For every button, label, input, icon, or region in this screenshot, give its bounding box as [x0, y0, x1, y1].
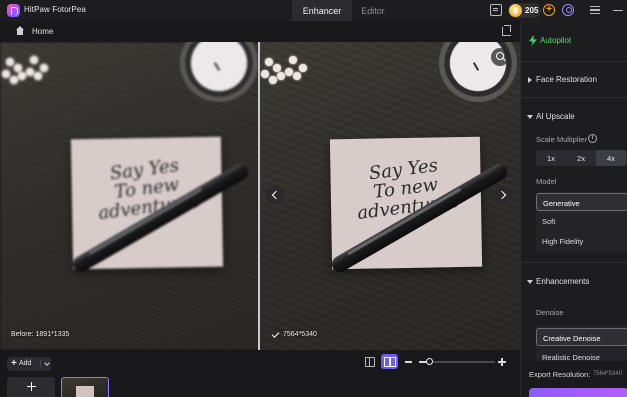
- scale-multiplier-selector: 1x 2x 4x: [536, 150, 627, 166]
- bolt-icon: [529, 35, 537, 46]
- plus-icon: +: [11, 358, 17, 369]
- message-icon[interactable]: [490, 4, 502, 16]
- enhancements-label: Enhancements: [536, 277, 590, 286]
- before-resolution-label: Before: 1891*1335: [11, 331, 70, 338]
- export-button[interactable]: [529, 388, 627, 397]
- app-name: HitPaw FotorPea: [24, 5, 86, 14]
- model-option-generative[interactable]: Generative: [536, 193, 627, 211]
- tab-enhancer[interactable]: Enhancer: [292, 0, 352, 21]
- single-view-icon[interactable]: [365, 357, 375, 367]
- title-bar: HitPaw FotorPea Enhancer Editor 205 +: [0, 0, 627, 21]
- before-image: Say Yes To new adventures: [0, 42, 258, 350]
- user-account-icon[interactable]: [562, 4, 574, 16]
- add-image-thumbnail[interactable]: [7, 377, 55, 397]
- flowers-graphic: [0, 42, 60, 92]
- after-resolution-label: 7564*5340: [283, 331, 317, 338]
- ai-upscale-label: AI Upscale: [536, 112, 575, 121]
- export-resolution-value: 7564*5340: [593, 371, 623, 377]
- image-thumbnail[interactable]: [61, 377, 109, 397]
- model-option-high-fidelity[interactable]: High Fidelity: [536, 232, 627, 250]
- credits-badge[interactable]: 205: [508, 3, 541, 18]
- bottom-toolbar: + Add: [0, 350, 520, 397]
- denoise-option-creative[interactable]: Creative Denoise: [536, 328, 627, 346]
- tab-editor[interactable]: Editor: [352, 0, 394, 21]
- scale-option-2x[interactable]: 2x: [566, 150, 596, 166]
- scale-option-4x[interactable]: 4x: [596, 150, 626, 166]
- previous-image-button[interactable]: [266, 186, 284, 204]
- collapse-icon: [527, 280, 533, 284]
- comparison-canvas: Say Yes To new adventures Say Yes To new…: [0, 42, 520, 350]
- denoise-options: Creative Denoise Realistic Denoise: [536, 326, 627, 366]
- credits-count: 205: [525, 6, 539, 15]
- zoom-slider[interactable]: [419, 358, 495, 365]
- chevron-down-icon[interactable]: [44, 360, 50, 366]
- model-options: Generative Soft High Fidelity: [536, 192, 627, 252]
- settings-panel: Autopilot Face Restoration AI Upscale Sc…: [520, 21, 627, 397]
- flowers-graphic: [260, 42, 319, 92]
- coin-icon: [509, 4, 522, 17]
- export-area: Export Resolution: 7564*5340: [521, 361, 627, 397]
- minimize-icon[interactable]: [613, 4, 623, 16]
- app-logo-icon: [7, 4, 20, 17]
- autopilot-label: Autopilot: [540, 36, 572, 45]
- add-credits-icon[interactable]: +: [543, 4, 555, 16]
- enhancements-section[interactable]: Enhancements: [521, 276, 627, 290]
- face-restoration-section[interactable]: Face Restoration: [521, 74, 627, 88]
- add-button-label: Add: [19, 360, 32, 367]
- scale-multiplier-label: Scale Multiplier: [536, 135, 587, 144]
- breadcrumb: Home: [0, 21, 520, 42]
- scale-option-1x[interactable]: 1x: [536, 150, 566, 166]
- next-image-button[interactable]: [494, 186, 512, 204]
- crop-icon[interactable]: [502, 25, 511, 36]
- compare-divider-handle[interactable]: [258, 42, 260, 350]
- home-icon[interactable]: [15, 26, 25, 36]
- collapse-icon: [527, 115, 533, 119]
- zoom-in-icon[interactable]: [498, 358, 506, 366]
- autopilot-toggle[interactable]: Autopilot: [521, 21, 627, 61]
- model-option-soft[interactable]: Soft: [536, 212, 627, 230]
- denoise-label: Denoise: [536, 308, 564, 317]
- candle-graphic: [180, 42, 258, 102]
- model-label: Model: [536, 177, 557, 186]
- after-image: Say Yes To new adventures: [260, 42, 520, 350]
- zoom-icon[interactable]: [491, 48, 509, 66]
- expand-icon: [528, 77, 532, 83]
- face-restoration-label: Face Restoration: [536, 75, 597, 84]
- add-button[interactable]: + Add: [7, 357, 51, 371]
- export-resolution-label: Export Resolution:: [529, 370, 591, 379]
- ai-upscale-section[interactable]: AI Upscale: [521, 111, 627, 125]
- home-link[interactable]: Home: [32, 27, 53, 36]
- split-view-button[interactable]: [381, 354, 398, 369]
- info-icon[interactable]: i: [588, 134, 597, 143]
- zoom-out-icon[interactable]: [405, 361, 412, 363]
- menu-icon[interactable]: [590, 4, 600, 16]
- zoom-slider-handle[interactable]: [426, 358, 434, 365]
